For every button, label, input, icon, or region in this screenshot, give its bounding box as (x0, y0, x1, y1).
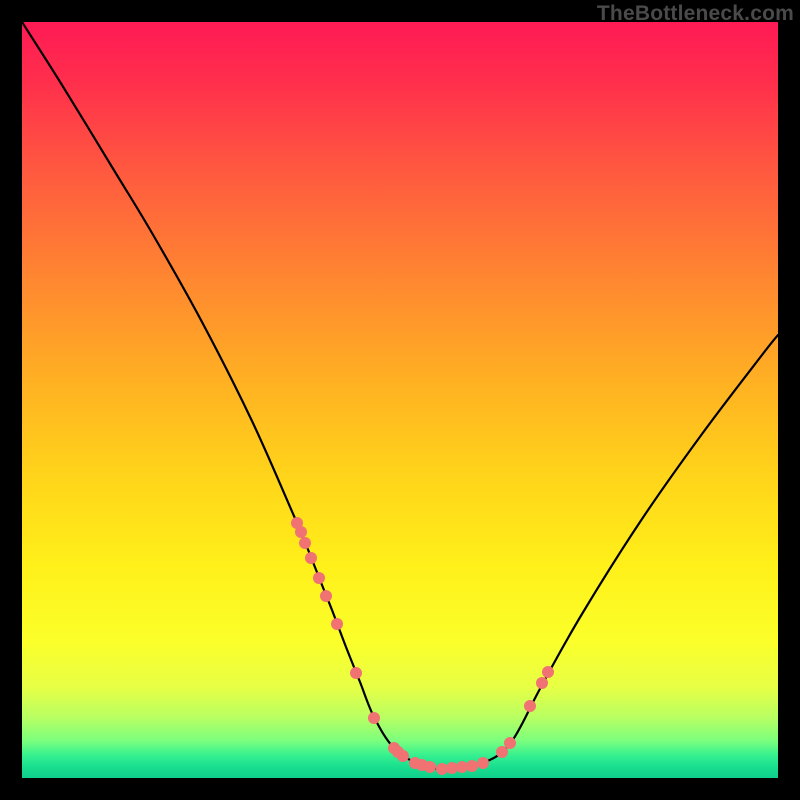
highlight-dot (524, 700, 536, 712)
highlight-dot (504, 737, 516, 749)
highlight-dot (424, 761, 436, 773)
plot-area (22, 22, 778, 778)
highlight-dot (368, 712, 380, 724)
highlight-dot (331, 618, 343, 630)
highlight-dot (397, 750, 409, 762)
chart-frame: TheBottleneck.com (0, 0, 800, 800)
watermark-text: TheBottleneck.com (597, 2, 794, 26)
highlight-dot (295, 526, 307, 538)
highlight-dot (320, 590, 332, 602)
curve-group (22, 22, 778, 769)
highlight-dot (313, 572, 325, 584)
highlight-dot (466, 760, 478, 772)
highlight-dot (305, 552, 317, 564)
highlight-dot (536, 677, 548, 689)
highlight-dot (477, 757, 489, 769)
highlight-dot (496, 746, 508, 758)
chart-svg (22, 22, 778, 778)
highlight-dot (350, 667, 362, 679)
curve-right-branch (442, 335, 778, 769)
curve-left-branch (22, 22, 442, 769)
highlight-dot (299, 537, 311, 549)
highlight-dot (542, 666, 554, 678)
